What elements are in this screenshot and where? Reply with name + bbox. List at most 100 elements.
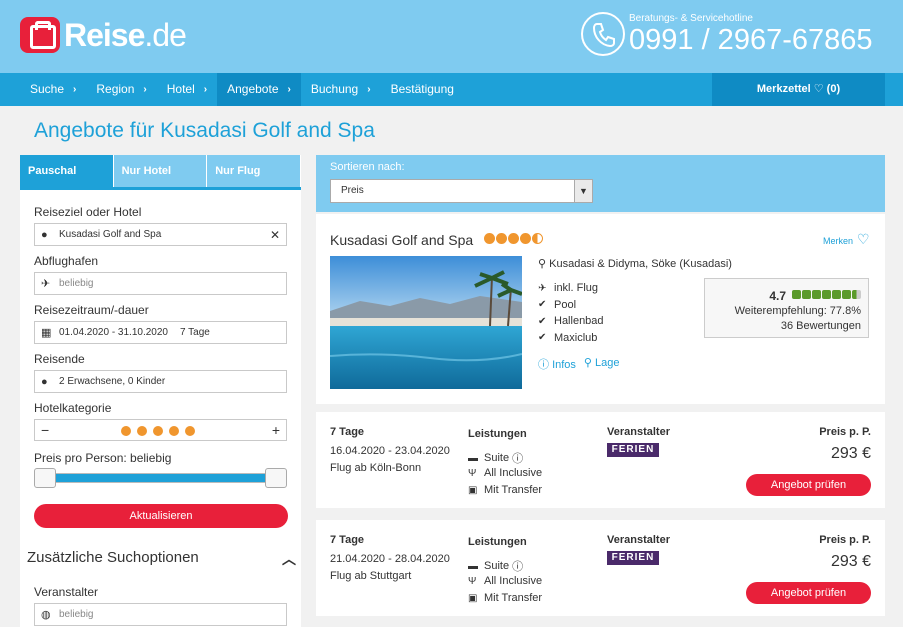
calendar-icon: ▦ — [41, 327, 52, 339]
bus-icon: ▣ — [468, 484, 478, 496]
category-plus-button[interactable]: + — [272, 422, 280, 438]
hotel-image[interactable] — [330, 256, 522, 389]
offer-service: ▬ Suite ⓘ — [468, 450, 524, 466]
page-title: Angebote für Kusadasi Golf and Spa — [34, 119, 375, 142]
star-icon — [496, 233, 507, 244]
tab-pauschal[interactable]: Pauschal — [20, 155, 114, 187]
hotel-links: ⓘ Infos ⚲ Lage — [538, 356, 620, 372]
offer-dates: 16.04.2020 - 23.04.2020 — [330, 445, 450, 457]
category-label: Hotelkategorie — [34, 401, 112, 415]
star-icon — [121, 426, 131, 436]
offer-service: ▣ Mit Transfer — [468, 484, 543, 496]
period-input[interactable]: ▦ 01.04.2020 - 31.10.2020 7 Tage — [34, 321, 287, 344]
price-slider-max-handle[interactable] — [265, 468, 287, 488]
bus-icon: ▣ — [468, 592, 478, 604]
thumb-icon — [792, 290, 801, 299]
site-logo[interactable]: Reise.de — [20, 15, 187, 55]
category-stars[interactable] — [121, 426, 195, 436]
lage-link[interactable]: ⚲ Lage — [584, 356, 620, 372]
feature-item: ✔ Pool — [538, 298, 577, 311]
sort-label: Sortieren nach: — [330, 161, 405, 173]
check-icon: ✔ — [538, 315, 547, 327]
nav-step-buchung: Buchung › — [301, 73, 381, 106]
bed-icon: ▬ — [468, 560, 478, 572]
offer-price-label: Preis p. P. — [819, 534, 871, 546]
check-offer-button[interactable]: Angebot prüfen — [746, 474, 871, 496]
offer-card: 7 Tage 16.04.2020 - 23.04.2020 Flug ab K… — [316, 412, 885, 508]
bed-icon: ▬ — [468, 452, 478, 464]
tab-nur-flug[interactable]: Nur Flug — [207, 155, 301, 187]
review-count: 36 Bewertungen — [780, 320, 861, 332]
period-label: Reisezeitraum/-dauer — [34, 303, 149, 317]
destination-input[interactable]: ● Kusadasi Golf and Spa ✕ — [34, 223, 287, 246]
offer-flight: Flug ab Köln-Bonn — [330, 462, 422, 474]
extra-options-title[interactable]: Zusätzliche Suchoptionen — [27, 549, 199, 566]
nav-step-hotel[interactable]: Hotel › — [157, 73, 217, 106]
close-icon[interactable]: ✕ — [270, 228, 280, 242]
price-label: Preis pro Person: beliebig — [34, 451, 172, 465]
merkzettel-button[interactable]: Merkzettel ♡ (0) — [712, 73, 885, 106]
review-box[interactable]: 4.7 Weiterempfehlung: 77.8% 36 Bewertung… — [704, 278, 869, 338]
offer-dates: 21.04.2020 - 28.04.2020 — [330, 553, 450, 565]
offer-services-label: Leistungen — [468, 536, 527, 548]
offer-card: 7 Tage 21.04.2020 - 28.04.2020 Flug ab S… — [316, 520, 885, 616]
operator-input[interactable]: ◍ beliebig — [34, 603, 287, 626]
sort-select[interactable]: Preis ▼ — [330, 179, 593, 203]
logo-text: Reise.de — [64, 16, 187, 53]
tab-nur-hotel[interactable]: Nur Hotel — [113, 155, 208, 187]
half-thumb-icon — [852, 290, 861, 299]
travelers-label: Reisende — [34, 352, 85, 366]
hotel-name[interactable]: Kusadasi Golf and Spa — [330, 232, 473, 248]
feature-item: ✔ Hallenbad — [538, 315, 604, 328]
nav-step-angebote[interactable]: Angebote › — [217, 73, 301, 106]
travelers-input[interactable]: ● 2 Erwachsene, 0 Kinder — [34, 370, 287, 393]
update-button[interactable]: Aktualisieren — [34, 504, 288, 528]
offer-price: 293 € — [830, 553, 871, 570]
globe-icon: ◍ — [41, 609, 51, 621]
category-selector: − + — [34, 419, 287, 441]
offer-service: Ψ All Inclusive — [468, 467, 543, 479]
star-icon — [508, 233, 519, 244]
chevron-down-icon: ▼ — [574, 180, 592, 202]
price-slider-min-handle[interactable] — [34, 468, 56, 488]
map-pin-icon: ⚲ — [583, 357, 596, 369]
offer-price: 293 € — [830, 445, 871, 462]
merken-link[interactable]: Merken — [823, 236, 853, 246]
offer-service: ▬ Suite ⓘ — [468, 558, 524, 574]
check-offer-button[interactable]: Angebot prüfen — [746, 582, 871, 604]
airport-input[interactable]: ✈ beliebig — [34, 272, 287, 295]
plane-icon: ✈ — [538, 282, 547, 294]
infos-link[interactable]: ⓘ Infos — [538, 356, 576, 372]
offer-services-label: Leistungen — [468, 428, 527, 440]
star-icon — [185, 426, 195, 436]
hotline-number[interactable]: 0991 / 2967-67865 — [629, 24, 873, 57]
site-header: Reise.de Beratungs- & Servicehotline 099… — [0, 0, 903, 73]
nav-step-suche[interactable]: Suche › — [20, 73, 86, 106]
thumb-icon — [822, 290, 831, 299]
offer-service: Ψ All Inclusive — [468, 575, 543, 587]
operator-label: Veranstalter — [34, 585, 99, 599]
category-minus-button[interactable]: − — [41, 422, 49, 438]
info-icon[interactable]: ⓘ — [509, 450, 523, 466]
chevron-right-icon: › — [73, 84, 77, 95]
offer-operator-label: Veranstalter — [607, 534, 670, 546]
feature-item: ✔ Maxiclub — [538, 331, 598, 344]
info-icon[interactable]: ⓘ — [509, 558, 523, 574]
price-slider-track[interactable] — [34, 473, 287, 483]
offer-service: ▣ Mit Transfer — [468, 592, 543, 604]
hotel-card: Kusadasi Golf and Spa Merken ♡ ⚲ Kusadas… — [316, 214, 885, 404]
nav-step-region[interactable]: Region › — [86, 73, 156, 106]
star-icon — [137, 426, 147, 436]
hotel-stars — [484, 233, 543, 244]
check-icon: ✔ — [538, 299, 547, 311]
check-icon: ✔ — [538, 332, 547, 344]
chevron-right-icon: › — [287, 84, 291, 95]
offer-duration: 7 Tage — [330, 534, 365, 546]
cutlery-icon: Ψ — [468, 467, 477, 479]
operator-logo: FERIEN — [607, 443, 659, 457]
chevron-up-icon[interactable]: ︿ — [282, 549, 296, 569]
heart-icon[interactable]: ♡ — [857, 231, 870, 248]
map-pin-icon: ● — [41, 228, 48, 241]
person-icon: ● — [41, 375, 48, 388]
offer-price-label: Preis p. P. — [819, 426, 871, 438]
